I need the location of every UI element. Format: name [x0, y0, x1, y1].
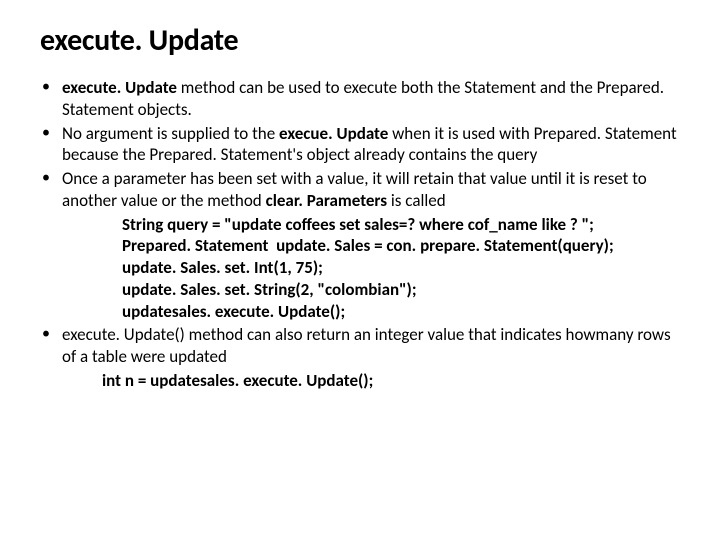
code-block: String query = "update coffees set sales…: [122, 214, 680, 323]
code-line: String query = "update coffees set sales…: [122, 214, 680, 236]
bold-text: clear. Parameters: [266, 190, 387, 211]
body-text: No argument is supplied to the: [62, 123, 279, 144]
bold-text: execute. Update: [62, 77, 181, 98]
code-line: update. Sales. set. String(2, "colombian…: [122, 279, 680, 301]
code-line: Prepared. Statement update. Sales = con.…: [122, 235, 680, 257]
body-text: is called: [387, 190, 446, 211]
code-line: int n = updatesales. execute. Update();: [102, 370, 680, 392]
bullet-item: No argument is supplied to the execue. U…: [40, 123, 680, 167]
bullet-list: execute. Update method can be used to ex…: [40, 77, 680, 392]
body-text: execute. Update() method can also return…: [62, 324, 671, 367]
code-line: update. Sales. set. Int(1, 75);: [122, 257, 680, 279]
bullet-item: execute. Update() method can also return…: [40, 324, 680, 391]
bullet-item: Once a parameter has been set with a val…: [40, 168, 680, 322]
page-title: execute. Update: [40, 22, 680, 59]
code-line: updatesales. execute. Update();: [122, 301, 680, 323]
bullet-item: execute. Update method can be used to ex…: [40, 77, 680, 121]
bold-text: execue. Update: [279, 123, 388, 144]
